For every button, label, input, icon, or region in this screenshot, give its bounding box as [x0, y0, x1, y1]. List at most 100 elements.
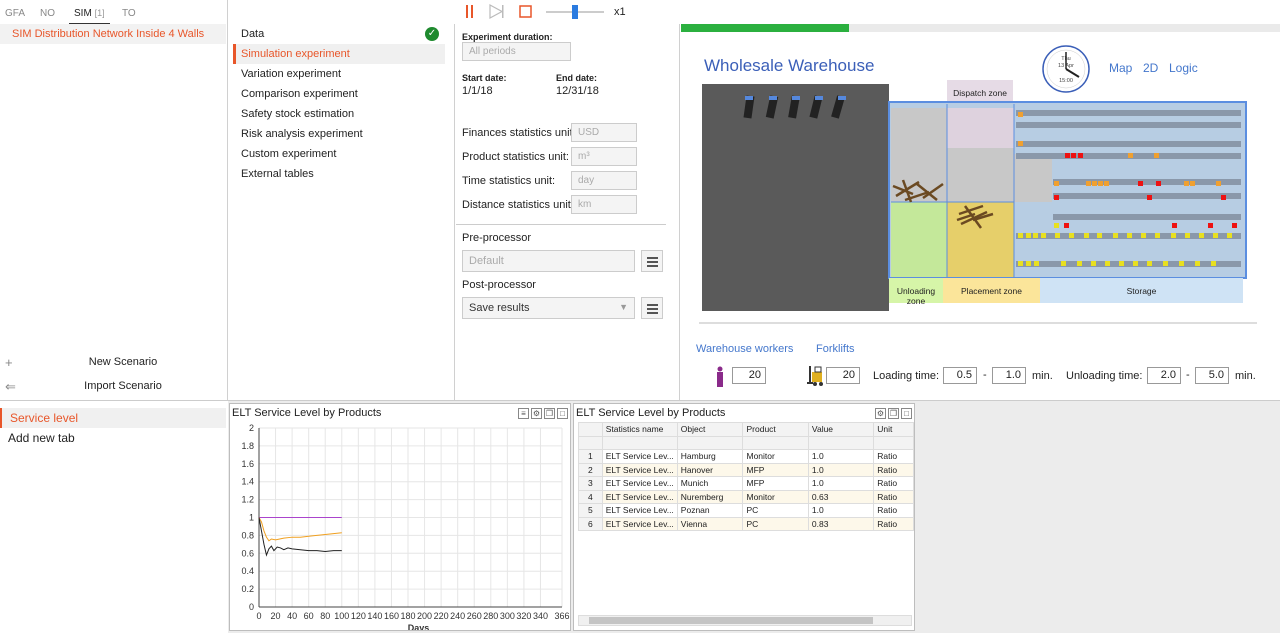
loading-unit: min. — [1032, 370, 1053, 382]
unloading-time-label: Unloading time: — [1066, 370, 1143, 382]
table-header-row: Statistics name Object Product Value Uni… — [578, 422, 914, 437]
exp-item-simulation[interactable]: Simulation experiment — [233, 44, 445, 64]
x-tick-label: 80 — [320, 611, 330, 621]
speed-slider[interactable] — [546, 5, 604, 19]
table-panel: ELT Service Level by Products ⚙ ❐ □ Statis… — [573, 403, 915, 631]
duration-select[interactable]: All periods — [462, 42, 571, 61]
x-tick-label: 260 — [467, 611, 482, 621]
chevron-down-icon: ▼ — [619, 302, 628, 312]
table-row[interactable]: 2 ELT Service Lev... Hanover MFP 1.0 Ratio — [578, 462, 914, 477]
dispatch-zone-label: Dispatch zone — [953, 88, 1007, 98]
x-tick-label: 100 — [334, 611, 349, 621]
stop-icon[interactable] — [519, 5, 532, 18]
tab-service-level[interactable]: Service level — [0, 408, 226, 428]
speed-label: x1 — [614, 6, 626, 18]
horizontal-scrollbar[interactable] — [578, 615, 912, 626]
exp-item-variation[interactable]: Variation experiment — [233, 64, 445, 84]
simulation-toolbar: x1 — [456, 0, 1280, 24]
y-tick-label: 0.2 — [241, 584, 254, 594]
exp-item-risk-analysis[interactable]: Risk analysis experiment — [233, 124, 445, 144]
workers-input[interactable]: 20 — [732, 367, 766, 384]
col-statistics-name[interactable]: Statistics name — [601, 422, 678, 437]
exp-item-data[interactable]: Data ✓ — [233, 24, 445, 44]
gear-icon[interactable]: ⚙ — [875, 408, 886, 419]
maximize-icon[interactable]: □ — [901, 408, 912, 419]
scrollbar-thumb[interactable] — [589, 617, 873, 624]
loading-min-input[interactable]: 0.5 — [943, 367, 977, 384]
x-tick-label: 280 — [483, 611, 498, 621]
exp-item-external-tables[interactable]: External tables — [233, 164, 445, 184]
post-processor-select[interactable]: Save results ▼ — [462, 297, 635, 319]
table-row[interactable]: 4 ELT Service Lev... Nuremberg Monitor 0.63 R… — [578, 489, 914, 504]
distance-unit-field[interactable]: km — [571, 195, 637, 214]
col-object[interactable]: Object — [676, 422, 744, 437]
statistics-table: Statistics name Object Product Value Uni… — [578, 422, 914, 531]
scenario-item-selected[interactable]: SIM Distribution Network Inside 4 Walls — [0, 24, 226, 44]
table-row[interactable]: 1 ELT Service Lev... Hamburg Monitor 1.0 Rati… — [578, 449, 914, 464]
list-icon[interactable]: ≡ — [518, 408, 529, 419]
finances-unit-field[interactable]: USD — [571, 123, 637, 142]
add-new-tab-button[interactable]: Add new tab — [0, 428, 226, 448]
tab-to[interactable]: TO — [117, 4, 141, 23]
pre-processor-select[interactable]: Default — [462, 250, 635, 272]
product-unit-label: Product statistics unit: — [462, 151, 569, 163]
maximize-icon[interactable]: □ — [557, 408, 568, 419]
y-tick-label: 2 — [249, 423, 254, 433]
unloading-min-input[interactable]: 2.0 — [1147, 367, 1181, 384]
exp-item-custom[interactable]: Custom experiment — [233, 144, 445, 164]
x-tick-label: 200 — [417, 611, 432, 621]
y-tick-label: 0.4 — [241, 566, 254, 576]
unloading-max-input[interactable]: 5.0 — [1195, 367, 1229, 384]
x-tick-label: 20 — [271, 611, 281, 621]
copy-icon[interactable]: ❐ — [888, 408, 899, 419]
dashboard-tabs: Service level Add new tab — [0, 400, 228, 633]
x-tick-label: 300 — [500, 611, 515, 621]
time-unit-label: Time statistics unit: — [462, 175, 556, 187]
import-scenario-button[interactable]: ⇐ Import Scenario — [0, 377, 226, 397]
tab-no[interactable]: NO — [35, 4, 60, 23]
time-unit-field[interactable]: day — [571, 171, 637, 190]
x-tick-label: 320 — [516, 611, 531, 621]
module-tabs: GFA NO SIM [1] TO — [0, 4, 228, 25]
x-axis-label: Days — [408, 623, 430, 630]
forklifts-input[interactable]: 20 — [826, 367, 860, 384]
col-value[interactable]: Value — [807, 422, 875, 437]
table-filter-row — [578, 435, 914, 450]
post-processor-menu-button[interactable] — [641, 297, 663, 319]
y-tick-label: 1.2 — [241, 495, 254, 505]
pause-icon[interactable] — [466, 5, 473, 18]
loading-time-label: Loading time: — [873, 370, 940, 382]
table-row[interactable]: 3 ELT Service Lev... Munich MFP 1.0 Ratio — [578, 476, 914, 491]
col-unit[interactable]: Unit — [873, 422, 914, 437]
start-date-value: 1/1/18 — [462, 85, 493, 97]
warehouse-workers-label: Warehouse workers — [696, 343, 794, 355]
product-unit-field[interactable]: m³ — [571, 147, 637, 166]
table-row[interactable]: 6 ELT Service Lev... Vienna PC 0.83 Ratio — [578, 516, 914, 531]
y-tick-label: 0 — [249, 602, 254, 612]
worker-icon — [717, 366, 723, 387]
table-row[interactable]: 5 ELT Service Lev... Poznan PC 1.0 Ratio — [578, 503, 914, 518]
tab-gfa[interactable]: GFA — [0, 4, 30, 23]
gear-icon[interactable]: ⚙ — [531, 408, 542, 419]
warehouse-layout — [699, 80, 1257, 324]
app-root: GFA NO SIM [1] TO SIM Distribution Netwo… — [0, 0, 1280, 633]
tab-sim[interactable]: SIM [1] — [69, 4, 110, 25]
check-icon: ✓ — [425, 27, 439, 41]
loading-max-input[interactable]: 1.0 — [992, 367, 1026, 384]
tab-sim-count: [1] — [94, 8, 105, 18]
col-product[interactable]: Product — [742, 422, 809, 437]
x-tick-label: 180 — [401, 611, 416, 621]
play-icon[interactable] — [489, 3, 504, 20]
pre-processor-menu-button[interactable] — [641, 250, 663, 272]
exp-item-safety-stock[interactable]: Safety stock estimation — [233, 104, 445, 124]
dashboard-area: ELT Service Level by Products ≡ ⚙ ❐ □ 0 0.2 0… — [228, 400, 1280, 633]
pre-processor-label: Pre-processor — [462, 232, 532, 244]
unloading-unit: min. — [1235, 370, 1256, 382]
x-tick-label: 0 — [256, 611, 261, 621]
y-tick-label: 1.6 — [241, 459, 254, 469]
copy-icon[interactable]: ❐ — [544, 408, 555, 419]
exp-item-comparison[interactable]: Comparison experiment — [233, 84, 445, 104]
duration-label: Experiment duration: — [462, 32, 553, 42]
new-scenario-button[interactable]: + New Scenario — [0, 353, 226, 373]
import-scenario-label: Import Scenario — [84, 380, 162, 392]
